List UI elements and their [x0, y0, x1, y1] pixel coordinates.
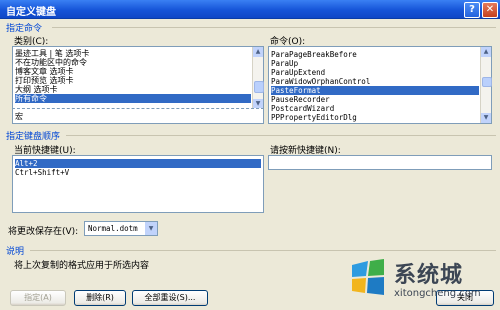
scroll-down-icon[interactable]: ▼ — [481, 113, 491, 123]
list-item[interactable]: 宏 — [15, 112, 251, 121]
assign-button[interactable]: 指定(A) — [10, 290, 66, 306]
site-watermark: 系统城 xitongcheng.com — [346, 255, 496, 310]
list-item[interactable]: 墨迹工具 | 笔 选项卡 — [15, 49, 251, 58]
save-in-select[interactable]: Normal.dotm ▼ — [84, 221, 158, 236]
new-shortcut-input[interactable] — [268, 155, 492, 170]
scroll-up-icon[interactable]: ▲ — [481, 47, 491, 57]
scroll-thumb[interactable] — [482, 77, 492, 87]
scroll-up-icon[interactable]: ▲ — [253, 47, 263, 57]
watermark-logo-icon — [352, 259, 384, 295]
categories-list-extra[interactable]: 宏 — [12, 108, 264, 124]
description-text: 将上次复制的格式应用于所选内容 — [14, 261, 150, 271]
current-keys-list[interactable]: Alt+2 Ctrl+Shift+V — [12, 155, 264, 213]
watermark-en: xitongcheng.com — [394, 288, 481, 299]
title-bar[interactable]: 自定义键盘 ? ✕ — [0, 0, 500, 19]
list-item[interactable]: 大纲 选项卡 — [15, 85, 251, 94]
list-item[interactable]: PauseRecorder — [271, 95, 479, 104]
list-item[interactable]: 打印预览 选项卡 — [15, 76, 251, 85]
help-icon[interactable]: ? — [464, 2, 480, 18]
list-item[interactable]: PPPropertyEditorDlg — [271, 113, 479, 122]
list-item-selected[interactable]: PasteFormat — [271, 86, 479, 95]
section-specify-command: 指定命令 — [6, 24, 43, 34]
list-item[interactable]: ParaPageBreakBefore — [271, 50, 479, 59]
section-divider — [30, 250, 496, 251]
list-item[interactable]: ParaUpExtend — [271, 68, 479, 77]
list-item[interactable]: 不在功能区中的命令 — [15, 58, 251, 67]
section-description: 说明 — [6, 247, 25, 257]
section-divider — [66, 135, 496, 136]
list-item[interactable]: Ctrl+Shift+V — [15, 168, 261, 177]
chevron-down-icon[interactable]: ▼ — [145, 222, 157, 235]
list-item[interactable]: 博客文章 选项卡 — [15, 67, 251, 76]
watermark-cn: 系统城 — [394, 263, 464, 288]
list-item[interactable]: PostcardWizard — [271, 104, 479, 113]
save-in-label: 将更改保存在(V): — [8, 227, 79, 237]
scroll-thumb[interactable] — [254, 81, 264, 93]
commands-scrollbar[interactable]: ▲ ▼ — [480, 47, 492, 123]
list-item[interactable]: ParaWidowOrphanControl — [271, 77, 479, 86]
section-divider — [52, 27, 496, 28]
section-keyboard-sequence: 指定键盘顺序 — [6, 132, 61, 142]
customize-keyboard-dialog: 自定义键盘 ? ✕ 指定命令 类别(C): 墨迹工具 | 笔 选项卡 不在功能区… — [0, 0, 500, 310]
list-item[interactable]: ParaUp — [271, 59, 479, 68]
close-icon[interactable]: ✕ — [482, 2, 498, 18]
remove-button[interactable]: 删除(R) — [74, 290, 126, 306]
categories-list[interactable]: 墨迹工具 | 笔 选项卡 不在功能区中的命令 博客文章 选项卡 打印预览 选项卡… — [12, 46, 264, 110]
commands-list[interactable]: ParaPageBreakBefore ParaUp ParaUpExtend … — [268, 46, 492, 124]
categories-scrollbar[interactable]: ▲ ▼ — [252, 47, 264, 109]
reset-all-button[interactable]: 全部重设(S)... — [132, 290, 208, 306]
window-title: 自定义键盘 — [6, 7, 56, 18]
save-in-value: Normal.dotm — [88, 224, 138, 233]
list-item-selected[interactable]: 所有命令 — [15, 94, 251, 103]
list-item-selected[interactable]: Alt+2 — [15, 159, 261, 168]
